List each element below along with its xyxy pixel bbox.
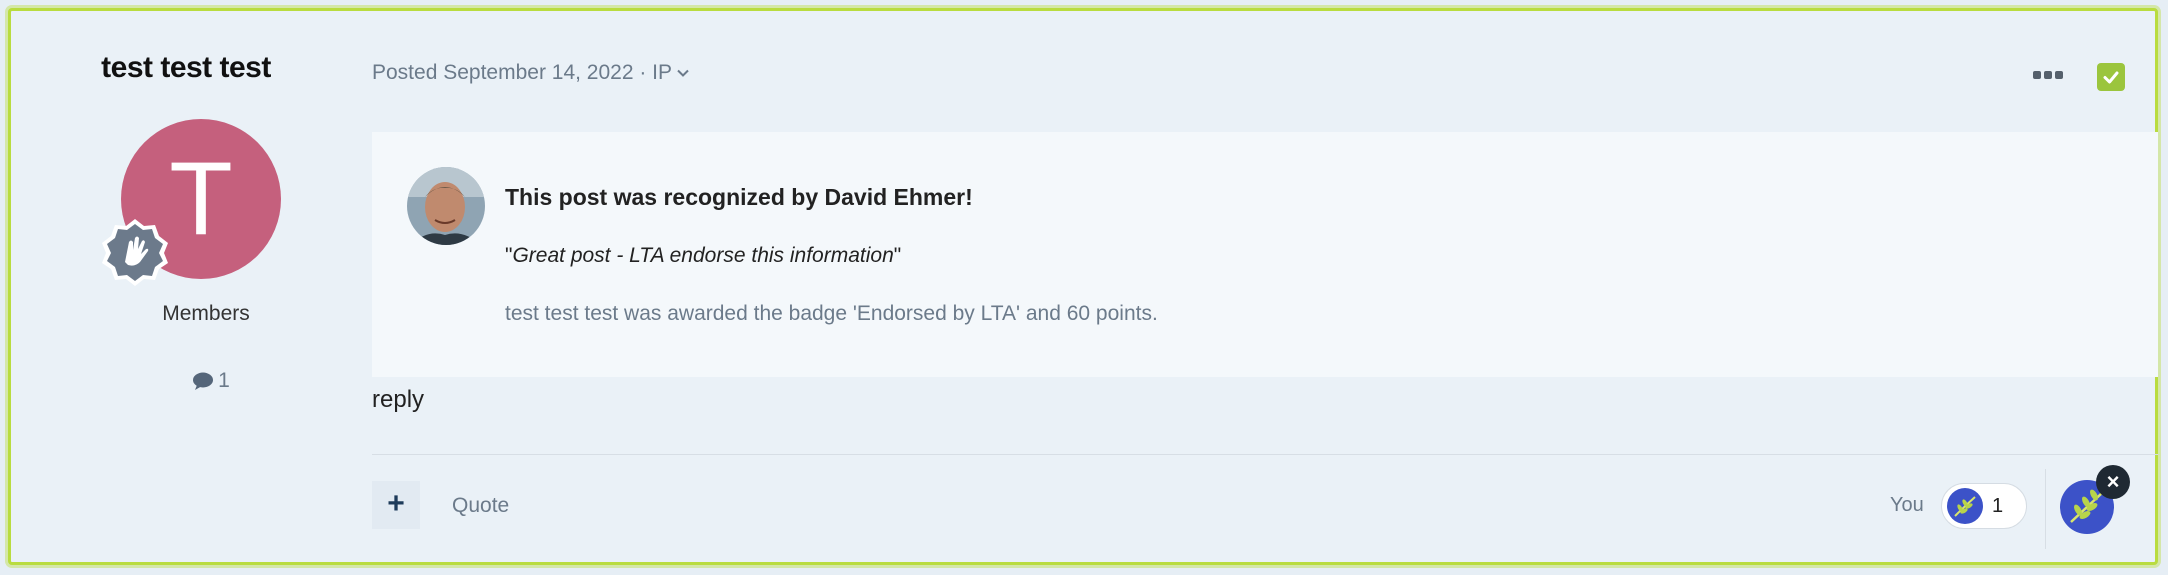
quote-close: " <box>893 244 902 267</box>
post-count-value: 1 <box>218 369 230 392</box>
reaction-icon <box>1947 488 1983 524</box>
reaction-you-label[interactable]: You <box>1890 494 1924 517</box>
recognition-title-suffix: ! <box>965 184 973 210</box>
recognition-title: This post was recognized by David Ehmer! <box>505 184 973 211</box>
recognition-title-text: This post was recognized by <box>505 184 825 210</box>
divider <box>372 454 2158 455</box>
close-icon[interactable]: × <box>2096 465 2130 499</box>
comment-icon <box>193 372 214 390</box>
rank-badge-icon <box>99 216 171 288</box>
recognition-box: This post was recognized by David Ehmer!… <box>372 132 2158 377</box>
reaction-summary[interactable]: 1 <box>1941 483 2027 529</box>
post-body: reply <box>372 386 425 413</box>
post-meta[interactable]: Posted September 14, 2022 · IP <box>372 61 690 85</box>
recognition-award: test test test was awarded the badge 'En… <box>505 302 1158 325</box>
chevron-down-icon <box>677 69 689 77</box>
more-icon[interactable] <box>2031 68 2065 82</box>
post-meta-text: Posted September 14, 2022 · IP <box>372 61 673 84</box>
author-name[interactable]: test test test <box>51 51 321 85</box>
reaction-separator <box>2045 469 2046 549</box>
quote-button[interactable]: Quote <box>452 494 509 518</box>
member-group: Members <box>162 302 250 325</box>
recognition-quote: "Great post - LTA endorse this informati… <box>505 244 901 268</box>
recognizer-name[interactable]: David Ehmer <box>825 184 966 210</box>
post-container: test test test T Members 1 Posted Septem… <box>8 8 2158 565</box>
quote-text: Great post - LTA endorse this informatio… <box>512 244 894 267</box>
author-panel: test test test T Members 1 <box>11 11 373 562</box>
reaction-count: 1 <box>1992 494 2004 517</box>
checkmark-icon[interactable] <box>2097 63 2125 91</box>
post-count[interactable]: 1 <box>171 369 251 393</box>
multiquote-button[interactable]: + <box>372 481 420 529</box>
recognizer-avatar[interactable] <box>407 167 485 245</box>
